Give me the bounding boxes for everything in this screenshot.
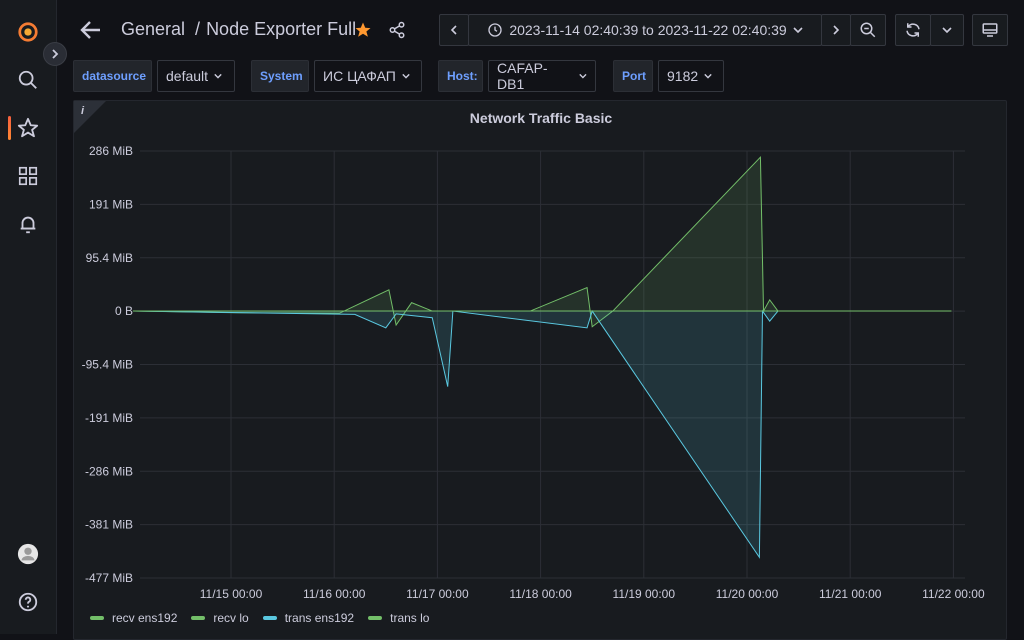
legend-swatch — [262, 616, 277, 620]
chevron-right-icon — [833, 25, 840, 35]
legend-item[interactable]: recv lo — [191, 611, 249, 625]
title-separator: / — [195, 19, 201, 39]
var-value-port: 9182 — [667, 68, 699, 84]
legend-swatch — [90, 616, 104, 620]
chart-legend: recv ens192 recv lo trans ens192 trans lo — [90, 611, 429, 625]
legend-label: recv ens192 — [112, 611, 178, 625]
legend-label: trans ens192 — [284, 611, 355, 625]
zoom-out-button[interactable] — [850, 14, 886, 46]
time-range-picker[interactable]: 2023-11-14 02:40:39 to 2023-11-22 02:40:… — [468, 14, 822, 46]
chevron-right-icon — [52, 49, 59, 59]
legend-label: trans lo — [390, 611, 430, 625]
legend-swatch — [368, 616, 383, 620]
chevron-down-icon — [704, 73, 712, 79]
folder-link[interactable]: General — [121, 19, 185, 40]
tv-mode-button[interactable] — [972, 14, 1008, 46]
dashboard-nav: General / Node Exporter Full 2023-11-14 … — [57, 0, 1024, 60]
var-label-datasource: datasource — [73, 60, 152, 92]
var-select-system[interactable]: ИС ЦАФАП — [314, 60, 422, 92]
refresh-button[interactable] — [895, 14, 931, 46]
var-label-system: System — [251, 60, 309, 92]
back-arrow-icon[interactable] — [79, 18, 103, 42]
legend-item[interactable]: trans ens192 — [262, 611, 355, 625]
share-icon[interactable] — [388, 21, 406, 39]
var-value-datasource: default — [166, 68, 209, 84]
legend-label: recv lo — [213, 611, 249, 625]
active-indicator — [8, 116, 11, 140]
clock-icon — [488, 23, 502, 37]
legend-item[interactable]: trans lo — [368, 611, 429, 625]
chevron-down-icon — [942, 27, 952, 34]
chevron-down-icon — [579, 73, 587, 79]
time-shift-forward-button[interactable] — [821, 14, 851, 46]
var-value-system: ИС ЦАФАП — [323, 68, 396, 84]
bell-icon[interactable] — [16, 212, 40, 236]
var-select-datasource[interactable]: default — [157, 60, 235, 92]
help-icon[interactable] — [16, 590, 40, 614]
legend-item[interactable]: recv ens192 — [90, 611, 177, 625]
var-label-port: Port — [613, 60, 653, 92]
zoom-out-icon — [860, 22, 876, 38]
apps-grid-icon[interactable] — [16, 164, 40, 188]
legend-swatch — [191, 616, 206, 620]
dashboard-name: Node Exporter Full — [206, 19, 357, 39]
time-shift-back-button[interactable] — [439, 14, 469, 46]
graph-panel: i Network Traffic Basic — [73, 100, 1007, 640]
sidebar-expand-button[interactable] — [43, 42, 67, 66]
panel-title[interactable]: Network Traffic Basic — [74, 110, 1008, 126]
chevron-left-icon — [450, 25, 457, 35]
user-avatar-icon[interactable] — [16, 542, 40, 566]
chevron-down-icon — [402, 73, 410, 79]
grafana-logo-icon[interactable] — [16, 20, 40, 44]
star-icon[interactable] — [16, 116, 40, 140]
var-select-port[interactable]: 9182 — [658, 60, 724, 92]
time-range-label: 2023-11-14 02:40:39 to 2023-11-22 02:40:… — [509, 22, 787, 38]
var-select-host[interactable]: CAFAP-DB1 — [488, 60, 596, 92]
sidebar — [0, 0, 57, 634]
refresh-interval-dropdown[interactable] — [930, 14, 964, 46]
dashboard-title: General / Node Exporter Full — [121, 19, 356, 40]
monitor-icon — [982, 23, 998, 37]
var-label-host: Host: — [438, 60, 483, 92]
var-value-host: CAFAP-DB1 — [497, 60, 548, 92]
chevron-down-icon — [793, 27, 803, 34]
chevron-down-icon — [214, 73, 222, 79]
search-icon[interactable] — [16, 68, 40, 92]
favorite-star-icon[interactable] — [354, 21, 372, 39]
refresh-icon — [906, 23, 920, 37]
